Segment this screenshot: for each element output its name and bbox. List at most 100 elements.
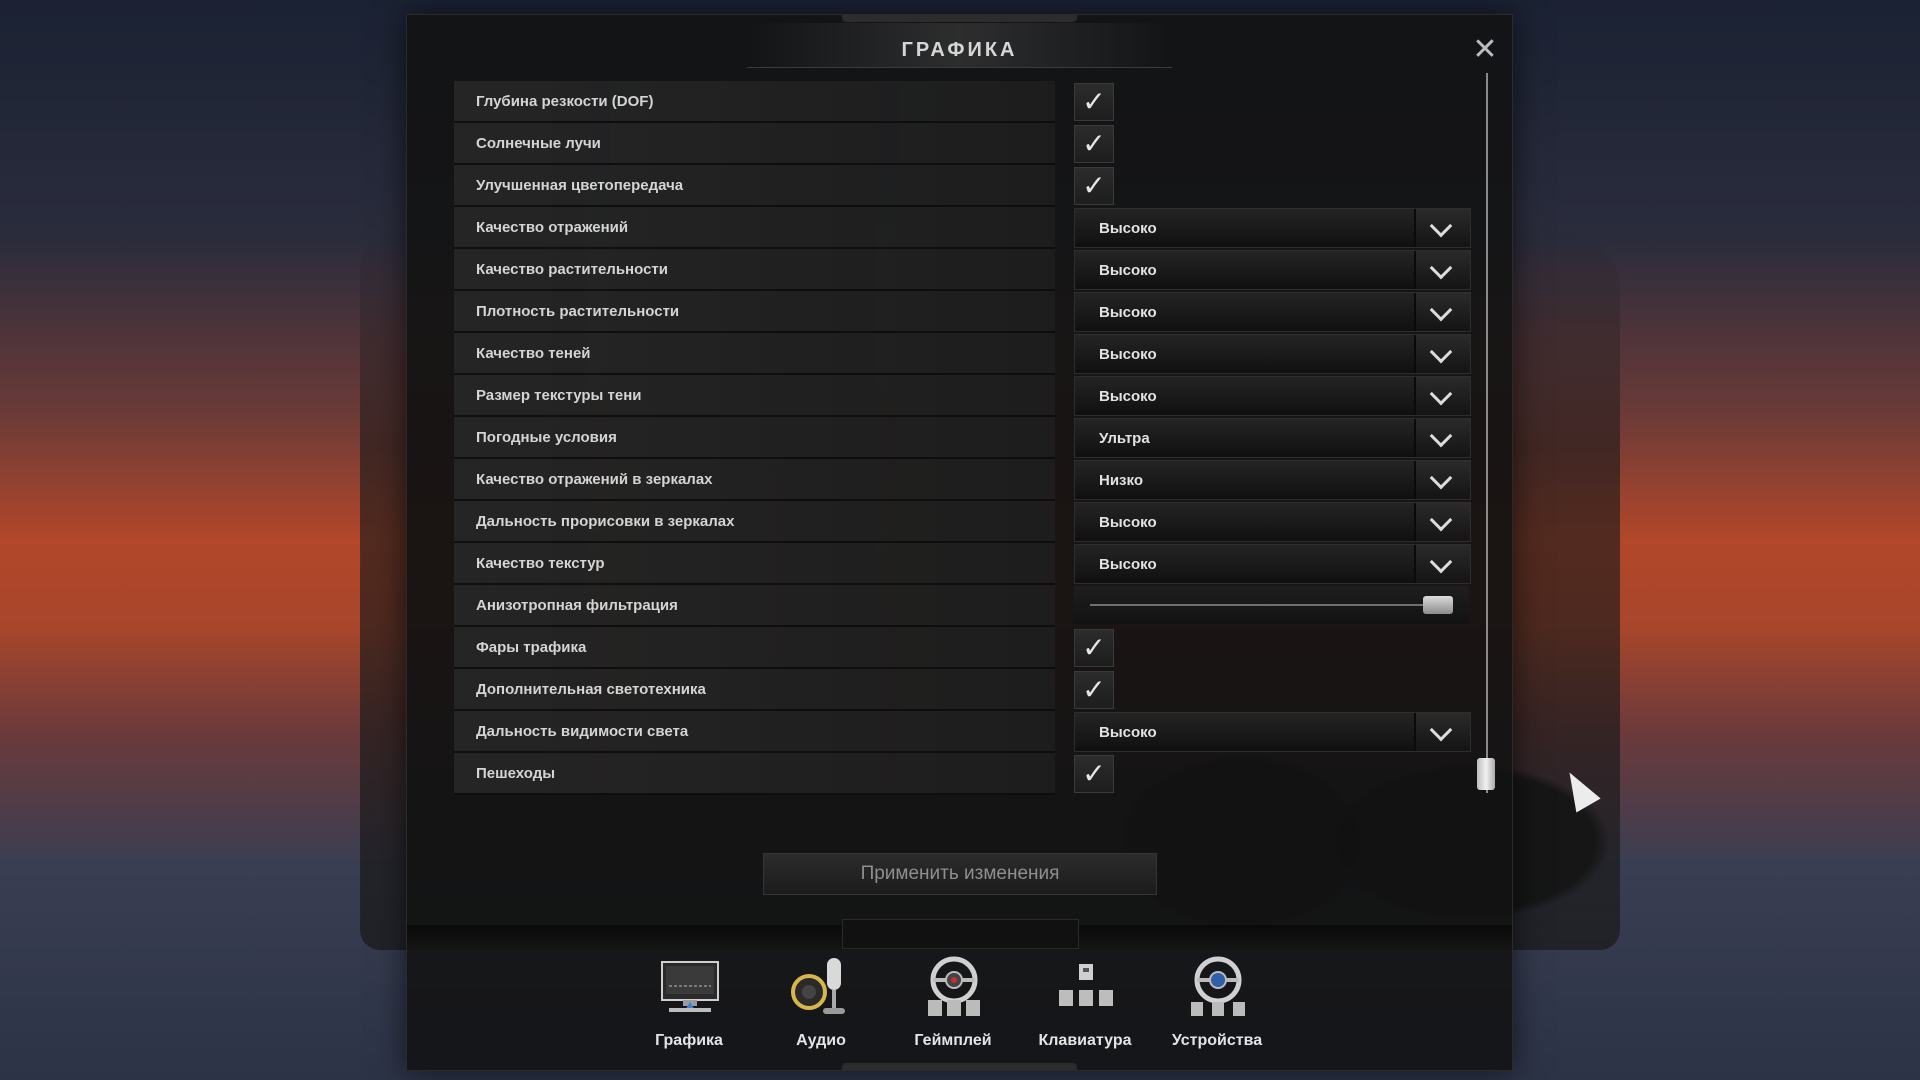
setting-row: Анизотропная фильтрация xyxy=(454,585,1474,627)
setting-label: Качество текстур xyxy=(476,555,605,572)
setting-label: Дальность прорисовки в зеркалах xyxy=(476,513,735,530)
setting-label: Дальность видимости света xyxy=(476,723,689,740)
setting-label-cell: Качество растительности xyxy=(454,249,1055,291)
setting-dropdown[interactable]: Высоко xyxy=(1074,502,1471,542)
panel-top-handle xyxy=(842,15,1077,22)
setting-label: Улучшенная цветопередача xyxy=(476,177,684,194)
apply-changes-button[interactable]: Применить изменения xyxy=(763,853,1157,895)
dropdown-value: Низко xyxy=(1099,472,1143,489)
dropdown-value: Высоко xyxy=(1099,556,1157,573)
setting-dropdown[interactable]: Высоко xyxy=(1074,292,1471,332)
setting-checkbox[interactable]: ✓ xyxy=(1074,755,1114,793)
tab-label: Геймплей xyxy=(914,1032,992,1049)
setting-slider[interactable] xyxy=(1074,586,1469,624)
chevron-down-icon xyxy=(1429,466,1453,490)
setting-dropdown[interactable]: Высоко xyxy=(1074,208,1471,248)
setting-label: Плотность растительности xyxy=(476,303,680,320)
setting-row: Качество теней Высоко xyxy=(454,333,1474,375)
setting-row: Дальность видимости света Высоко xyxy=(454,711,1474,753)
dropdown-button[interactable] xyxy=(1414,335,1470,373)
dropdown-button[interactable] xyxy=(1414,293,1470,331)
tab-label: Устройства xyxy=(1171,1032,1263,1049)
setting-dropdown[interactable]: Высоко xyxy=(1074,544,1471,584)
setting-label-cell: Качество отражений xyxy=(454,207,1055,249)
setting-row: Качество растительности Высоко xyxy=(454,249,1474,291)
chevron-down-icon xyxy=(1429,382,1453,406)
setting-checkbox[interactable]: ✓ xyxy=(1074,629,1114,667)
setting-label-cell: Фары трафика xyxy=(454,627,1055,669)
setting-row: Погодные условия Ультра xyxy=(454,417,1474,459)
close-icon[interactable]: ✕ xyxy=(1470,35,1500,65)
setting-checkbox[interactable]: ✓ xyxy=(1074,125,1114,163)
setting-row: Фары трафика ✓ xyxy=(454,627,1474,669)
dropdown-button[interactable] xyxy=(1414,461,1470,499)
checkmark-icon: ✓ xyxy=(1082,170,1106,201)
setting-label: Фары трафика xyxy=(476,639,587,656)
setting-dropdown[interactable]: Высоко xyxy=(1074,250,1471,290)
setting-label: Солнечные лучи xyxy=(476,135,601,152)
chevron-down-icon xyxy=(1429,214,1453,238)
chevron-down-icon xyxy=(1429,550,1453,574)
wheel-pedals-icon xyxy=(1191,956,1245,1016)
tab-graphics[interactable]: Графика xyxy=(629,950,749,1060)
scrollbar-thumb[interactable] xyxy=(1477,758,1495,790)
setting-label-cell: Дополнительная светотехника xyxy=(454,669,1055,711)
setting-label: Погодные условия xyxy=(476,429,617,446)
setting-label-cell: Плотность растительности xyxy=(454,291,1055,333)
tab-gameplay[interactable]: Геймплей xyxy=(893,950,1013,1060)
setting-label-cell: Анизотропная фильтрация xyxy=(454,585,1055,627)
setting-row: Пешеходы ✓ xyxy=(454,753,1474,795)
setting-row: Дополнительная светотехника ✓ xyxy=(454,669,1474,711)
setting-dropdown[interactable]: Высоко xyxy=(1074,712,1471,752)
setting-checkbox[interactable]: ✓ xyxy=(1074,671,1114,709)
dropdown-button[interactable] xyxy=(1414,545,1470,583)
dropdown-button[interactable] xyxy=(1414,713,1470,751)
dropdown-button[interactable] xyxy=(1414,251,1470,289)
dropdown-value: Высоко xyxy=(1099,262,1157,279)
slider-thumb[interactable] xyxy=(1423,596,1453,614)
graphics-settings-dialog: ГРАФИКА ✕ Глубина резкости (DOF) ✓ Солнечн… xyxy=(406,14,1513,1071)
chevron-down-icon xyxy=(1429,340,1453,364)
setting-row: Солнечные лучи ✓ xyxy=(454,123,1474,165)
setting-label-cell: Солнечные лучи xyxy=(454,123,1055,165)
setting-row: Размер текстуры тени Высоко xyxy=(454,375,1474,417)
scrollbar-track[interactable] xyxy=(1486,73,1488,793)
panel-bottom-handle xyxy=(842,1063,1077,1070)
checkmark-icon: ✓ xyxy=(1082,674,1106,705)
setting-label-cell: Дальность прорисовки в зеркалах xyxy=(454,501,1055,543)
tab-audio[interactable]: Аудио xyxy=(761,950,881,1060)
setting-label: Пешеходы xyxy=(476,765,556,782)
dropdown-button[interactable] xyxy=(1414,377,1470,415)
setting-row: Плотность растительности Высоко xyxy=(454,291,1474,333)
dropdown-value: Высоко xyxy=(1099,304,1157,321)
setting-checkbox[interactable]: ✓ xyxy=(1074,83,1114,121)
setting-label: Качество теней xyxy=(476,345,591,362)
tab-label: Клавиатура xyxy=(1038,1032,1132,1049)
setting-dropdown[interactable]: Высоко xyxy=(1074,376,1471,416)
setting-checkbox[interactable]: ✓ xyxy=(1074,167,1114,205)
dropdown-button[interactable] xyxy=(1414,209,1470,247)
tab-keyboard[interactable]: Клавиатура xyxy=(1025,950,1145,1060)
microphone-speaker-icon xyxy=(791,958,845,1014)
slider-track[interactable] xyxy=(1090,604,1453,606)
dropdown-button[interactable] xyxy=(1414,503,1470,541)
setting-dropdown[interactable]: Низко xyxy=(1074,460,1471,500)
dropdown-value: Высоко xyxy=(1099,724,1157,741)
dialog-title: ГРАФИКА xyxy=(901,39,1018,61)
setting-row: Качество отражений Высоко xyxy=(454,207,1474,249)
chevron-down-icon xyxy=(1429,256,1453,280)
checkmark-icon: ✓ xyxy=(1082,86,1106,117)
setting-label: Анизотропная фильтрация xyxy=(476,597,678,614)
setting-label-cell: Глубина резкости (DOF) xyxy=(454,81,1055,123)
checkmark-icon: ✓ xyxy=(1082,758,1106,789)
keyboard-keys-icon xyxy=(1059,964,1113,1006)
checkmark-icon: ✓ xyxy=(1082,632,1106,663)
setting-dropdown[interactable]: Ультра xyxy=(1074,418,1471,458)
dropdown-button[interactable] xyxy=(1414,419,1470,457)
setting-row: Глубина резкости (DOF) ✓ xyxy=(454,81,1474,123)
tab-devices[interactable]: Устройства xyxy=(1157,950,1277,1060)
setting-label-cell: Качество отражений в зеркалах xyxy=(454,459,1055,501)
category-tabs: Графика Аудио Геймплей Клавиатура Устрой… xyxy=(407,950,1512,1060)
setting-dropdown[interactable]: Высоко xyxy=(1074,334,1471,374)
setting-label: Глубина резкости (DOF) xyxy=(476,93,654,110)
